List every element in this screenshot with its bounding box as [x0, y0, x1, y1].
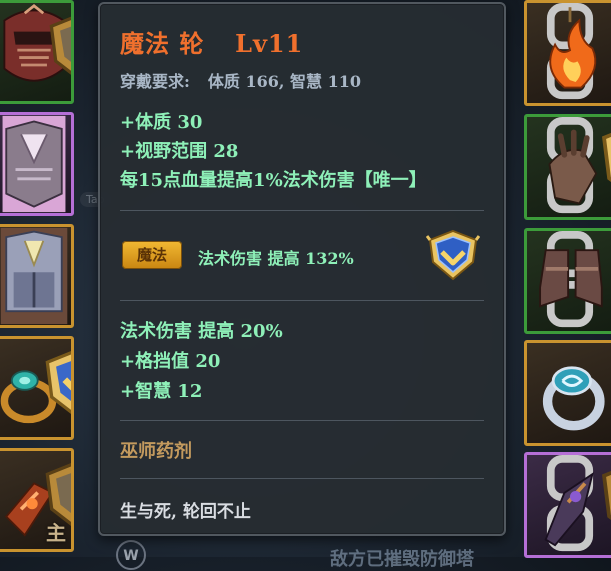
divider: [120, 210, 484, 211]
ring-icon: [542, 366, 605, 431]
inventory-slot-right-2[interactable]: [524, 114, 611, 220]
base-stat: +视野范围 28: [120, 141, 239, 162]
inventory-slot-left-3[interactable]: [0, 224, 74, 328]
flame-amulet-icon: [549, 7, 597, 89]
chest-armor-icon: [0, 227, 68, 325]
boots-icon: [539, 249, 603, 308]
wear-requirement: 穿戴要求: 体质 166, 智慧 110: [120, 68, 361, 92]
extra-stat: 法术伤害 提高 20%: [120, 321, 283, 342]
main-character-label: 主: [46, 521, 66, 545]
requirement-label: 穿戴要求:: [120, 72, 190, 91]
flavor-text: 生与死, 轮回不止: [120, 502, 251, 522]
item-level: Lv11: [235, 29, 304, 58]
inventory-slot-right-4[interactable]: [524, 340, 611, 446]
set-name: 巫师药剂: [120, 441, 192, 462]
bottom-notification: 敌方已摧毁防御塔: [330, 549, 474, 570]
gem-type-badge: 魔法: [122, 241, 182, 269]
inventory-slot-right-3[interactable]: [524, 228, 611, 334]
inventory-slot-right-1[interactable]: [524, 0, 611, 106]
item-name: 魔法 轮: [120, 29, 205, 58]
rank-shield-icon: [49, 16, 71, 75]
extra-stat: +智慧 12: [120, 381, 203, 402]
inventory-slot-right-5[interactable]: [524, 452, 611, 558]
divider: [120, 300, 484, 301]
extra-stat: +格挡值 20: [120, 351, 221, 372]
rank-shield-icon: [45, 351, 71, 414]
rank-shield-icon: [601, 132, 611, 183]
divider: [120, 420, 484, 421]
inventory-slot-left-2[interactable]: [0, 112, 74, 216]
base-stat: 每15点血量提高1%法术伤害【唯一】: [120, 170, 427, 191]
divider: [120, 478, 484, 479]
rank-shield-icon: [601, 470, 611, 521]
rank-shield-icon: [426, 229, 480, 281]
inventory-slot-left-1[interactable]: [0, 0, 74, 104]
gem-effect: 法术伤害 提高 132%: [198, 249, 354, 268]
requirement-values: 体质 166, 智慧 110: [207, 72, 362, 91]
inventory-slot-left-4[interactable]: [0, 336, 74, 440]
w-key-button[interactable]: W: [116, 540, 146, 570]
chest-armor-icon: [2, 115, 66, 213]
item-tooltip: 魔法 轮 Lv11 穿戴要求: 体质 166, 智慧 110 +体质 30 +视野…: [98, 2, 506, 536]
item-title: 魔法 轮 Lv11: [120, 24, 303, 59]
base-stat: +体质 30: [120, 112, 203, 133]
